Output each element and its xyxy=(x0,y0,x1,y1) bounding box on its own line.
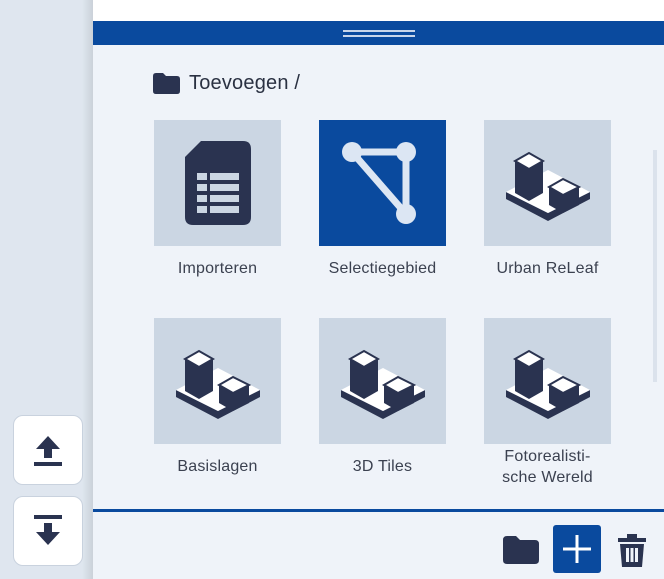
trash-icon xyxy=(618,533,646,567)
add-icon xyxy=(563,535,591,563)
polygon-select-icon xyxy=(341,142,416,224)
panel-resize-bar[interactable] xyxy=(93,21,664,45)
tile-fotorealistische-wereld[interactable]: Fotorealisti- sche Wereld xyxy=(484,318,611,488)
tile-label: Importeren xyxy=(177,260,258,277)
tile-3d-tiles[interactable]: 3D Tiles xyxy=(319,318,446,477)
download-icon xyxy=(34,515,62,545)
add-panel: Toevoegen / Importeren Selectiegebied Ur… xyxy=(93,0,664,579)
tile-label: Urban ReLeaf xyxy=(496,260,599,277)
breadcrumb-label: Toevoegen / xyxy=(189,71,301,94)
folder-icon xyxy=(153,72,180,94)
buildings-icon xyxy=(175,349,260,419)
open-folder-button[interactable] xyxy=(503,536,539,564)
drag-handle-icon xyxy=(342,29,415,38)
folder-icon xyxy=(503,536,539,564)
panel-top-strip xyxy=(93,0,664,21)
tile-icon-box xyxy=(319,120,446,246)
tile-label-line-1: Fotorealisti- xyxy=(504,448,591,465)
move-down-button[interactable] xyxy=(13,496,83,566)
tile-label-line-2: sche Wereld xyxy=(502,469,593,486)
buildings-icon xyxy=(340,349,425,419)
tile-icon-box xyxy=(154,120,281,246)
add-button[interactable] xyxy=(553,525,601,573)
breadcrumb: Toevoegen / xyxy=(153,70,300,96)
spreadsheet-icon xyxy=(184,141,251,225)
tile-icon-box xyxy=(484,318,611,444)
tile-label: 3D Tiles xyxy=(352,458,413,475)
upload-icon xyxy=(34,436,62,466)
buildings-icon xyxy=(505,151,590,221)
left-rail xyxy=(0,0,93,579)
scrollbar[interactable] xyxy=(653,150,657,382)
buildings-icon xyxy=(505,349,590,419)
tile-icon-box xyxy=(319,318,446,444)
tile-label: Fotorealisti- sche Wereld xyxy=(484,446,611,488)
tile-icon-box xyxy=(154,318,281,444)
tile-importeren[interactable]: Importeren xyxy=(154,120,281,279)
tile-basislagen[interactable]: Basislagen xyxy=(154,318,281,477)
tile-selectiegebied[interactable]: Selectiegebied xyxy=(319,120,446,279)
move-up-button[interactable] xyxy=(13,415,83,485)
tile-urban-releaf[interactable]: Urban ReLeaf xyxy=(484,120,611,279)
tile-label: Basislagen xyxy=(177,458,258,475)
tile-icon-box xyxy=(484,120,611,246)
bottom-toolbar xyxy=(93,512,664,579)
tile-label: Selectiegebied xyxy=(328,260,437,277)
delete-button[interactable] xyxy=(615,532,649,568)
